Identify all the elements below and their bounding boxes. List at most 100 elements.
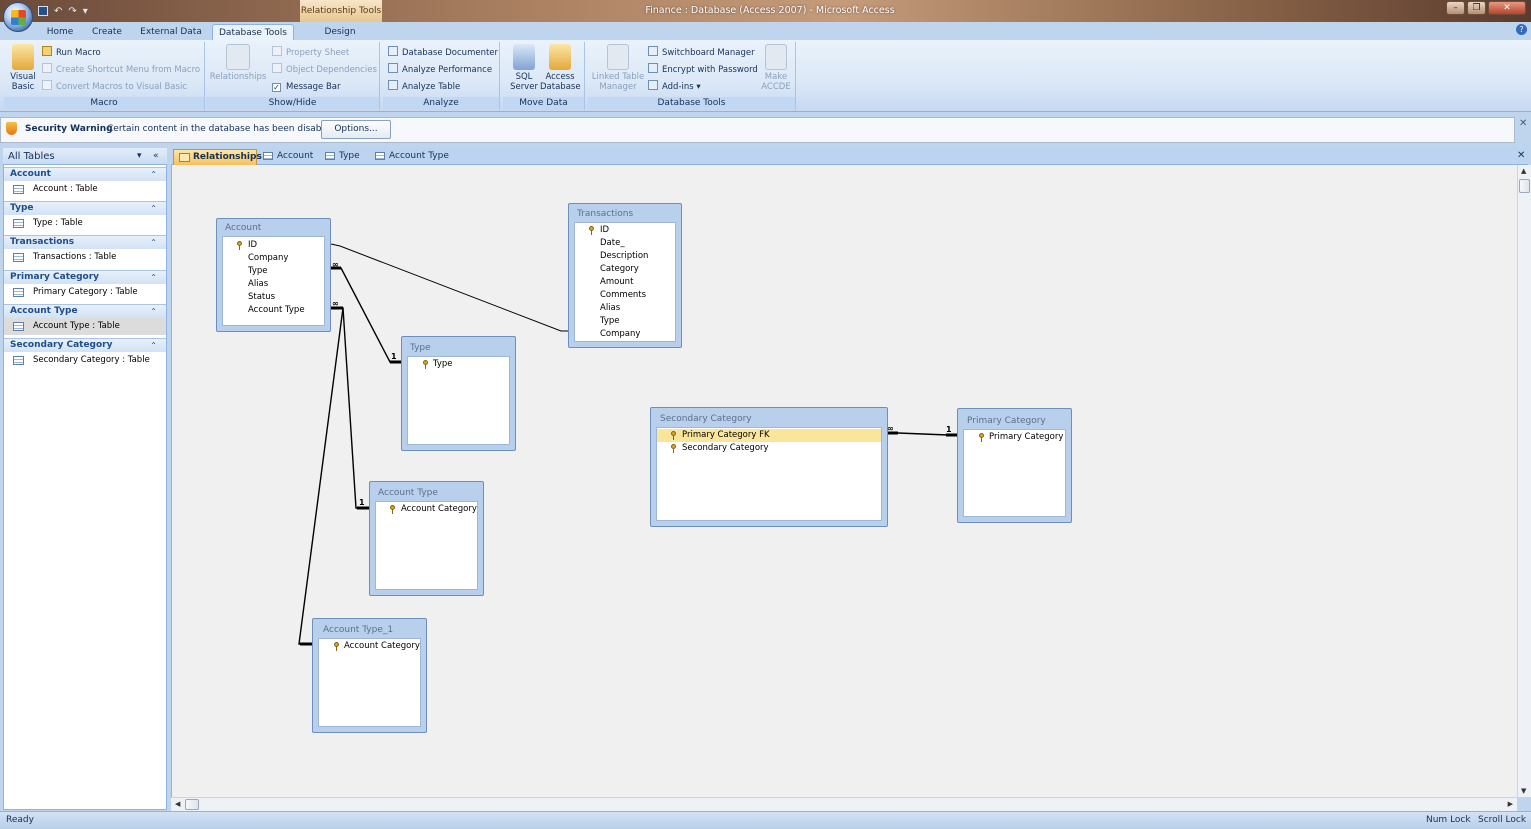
field-row[interactable]: Status (223, 291, 324, 304)
make-accde-button[interactable]: Make ACCDE (758, 44, 794, 92)
nav-item-account[interactable]: Account : Table (4, 181, 166, 198)
nav-group-type[interactable]: Type ⌃ (4, 201, 166, 215)
nav-group-account-type[interactable]: Account Type ⌃ (4, 304, 166, 318)
field-row[interactable]: Category (575, 263, 675, 276)
relationships-button[interactable]: Relationships (207, 44, 269, 82)
navigation-pane-header[interactable]: All Tables ▾ « (3, 148, 167, 165)
table-box-account-type[interactable]: Account Type Account Category (369, 481, 484, 596)
property-sheet-button[interactable]: Property Sheet (272, 46, 349, 60)
tab-create[interactable]: Create (88, 24, 126, 41)
run-macro-button[interactable]: Run Macro (42, 46, 101, 60)
message-bar-checkbox[interactable]: ✓ Message Bar (272, 80, 341, 94)
horizontal-scroll-thumb[interactable] (185, 799, 199, 810)
sql-server-icon (513, 44, 535, 70)
visual-basic-button[interactable]: Visual Basic (6, 44, 40, 92)
scroll-right-icon[interactable]: ▶ (1508, 800, 1513, 808)
table-icon (13, 356, 24, 365)
field-row[interactable]: Company (223, 252, 324, 265)
doc-tab-account-type[interactable]: Account Type (370, 149, 454, 165)
close-document-icon[interactable]: ✕ (1517, 150, 1525, 161)
customize-toolbar-icon[interactable]: ▾ (83, 6, 88, 17)
nav-item-transactions[interactable]: Transactions : Table (4, 249, 166, 266)
table-icon (263, 152, 273, 160)
field-row[interactable]: Type (408, 358, 509, 371)
linked-table-manager-button[interactable]: Linked Table Manager (590, 44, 646, 92)
undo-icon[interactable]: ↶ (54, 6, 62, 17)
key-icon (334, 642, 339, 651)
redo-icon[interactable]: ↷ (68, 6, 76, 17)
help-icon[interactable]: ? (1516, 24, 1527, 35)
field-row[interactable]: Comments (575, 289, 675, 302)
add-ins-button[interactable]: Add-ins ▾ (648, 80, 701, 94)
sql-server-button[interactable]: SQL Server (508, 44, 540, 92)
doc-tab-type[interactable]: Type (320, 149, 368, 165)
nav-item-primary-category[interactable]: Primary Category : Table (4, 284, 166, 301)
field-row[interactable]: ID (575, 224, 675, 237)
nav-group-transactions[interactable]: Transactions ⌃ (4, 235, 166, 249)
nav-group-account[interactable]: Account ⌃ (4, 167, 166, 181)
field-row-selected[interactable]: Primary Category FK (657, 429, 881, 442)
field-row[interactable]: Description (575, 250, 675, 263)
scroll-down-icon[interactable]: ▼ (1521, 787, 1526, 795)
table-box-primary-category[interactable]: Primary Category Primary Category (957, 408, 1072, 523)
nav-item-label: Type : Table (33, 218, 83, 228)
vertical-scroll-thumb[interactable] (1519, 179, 1530, 193)
scroll-up-icon[interactable]: ▲ (1521, 167, 1526, 175)
minimize-icon[interactable]: – (1446, 1, 1465, 15)
tab-database-tools[interactable]: Database Tools (212, 24, 294, 41)
table-box-type[interactable]: Type Type (401, 336, 516, 451)
add-ins-icon (648, 80, 658, 90)
doc-tab-relationships[interactable]: Relationships (173, 149, 262, 165)
close-icon[interactable]: ✕ (1519, 118, 1527, 129)
field-row[interactable]: Account Type (223, 304, 324, 317)
field-row[interactable]: Alias (575, 302, 675, 315)
options-button[interactable]: Options... (321, 120, 391, 139)
field-row[interactable]: ID (223, 239, 324, 252)
field-row[interactable]: Account Category (319, 640, 420, 653)
field-row[interactable]: Type (223, 265, 324, 278)
tab-home[interactable]: Home (42, 24, 78, 41)
save-icon[interactable] (38, 6, 48, 16)
field-row[interactable]: Primary Category (964, 431, 1065, 444)
restore-icon[interactable]: ❐ (1467, 1, 1486, 15)
make-accde-label: Make ACCDE (761, 72, 791, 92)
nav-group-primary-category[interactable]: Primary Category ⌃ (4, 270, 166, 284)
convert-macros-button[interactable]: Convert Macros to Visual Basic (42, 80, 187, 94)
nav-group-secondary-category[interactable]: Secondary Category ⌃ (4, 338, 166, 352)
nav-item-secondary-category[interactable]: Secondary Category : Table (4, 352, 166, 369)
close-window-icon[interactable]: ✕ (1488, 1, 1526, 15)
tab-external-data[interactable]: External Data (138, 24, 204, 41)
nav-item-account-type[interactable]: Account Type : Table (4, 318, 166, 335)
shutter-bar-collapse-icon[interactable]: « (153, 148, 159, 165)
analyze-performance-button[interactable]: Analyze Performance (388, 63, 492, 77)
table-box-account[interactable]: Account ID Company Type Alias Status Acc… (216, 218, 331, 332)
shortcut-menu-icon (42, 63, 52, 73)
create-shortcut-menu-button[interactable]: Create Shortcut Menu from Macro (42, 63, 200, 77)
field-row[interactable]: Account Category (376, 503, 477, 516)
database-documenter-button[interactable]: Database Documenter (388, 46, 498, 60)
analyze-table-button[interactable]: Analyze Table (388, 80, 460, 94)
field-row[interactable]: Company (575, 328, 675, 341)
field-row[interactable]: Secondary Category (657, 442, 881, 455)
object-dependencies-button[interactable]: Object Dependencies (272, 63, 377, 77)
nav-item-type[interactable]: Type : Table (4, 215, 166, 232)
table-box-transactions[interactable]: Transactions ID Date_ Description Catego… (568, 203, 682, 348)
vertical-scrollbar[interactable]: ▲ ▼ (1517, 165, 1531, 797)
table-box-account-type-1[interactable]: Account Type_1 Account Category (312, 618, 427, 733)
doc-tab-account[interactable]: Account (258, 149, 318, 165)
field-row[interactable]: Date_ (575, 237, 675, 250)
scroll-left-icon[interactable]: ◀ (175, 800, 180, 808)
horizontal-scrollbar[interactable]: ◀ ▶ (171, 797, 1517, 811)
field-row[interactable]: Type (575, 315, 675, 328)
group-macro: Visual Basic Run Macro Create Shortcut M… (4, 42, 205, 110)
nav-menu-chevron-icon[interactable]: ▾ (137, 148, 142, 165)
access-database-button[interactable]: Access Database (540, 44, 581, 92)
office-button[interactable] (3, 2, 33, 32)
field-name: Amount (600, 277, 634, 287)
field-row[interactable]: Alias (223, 278, 324, 291)
field-row[interactable]: Amount (575, 276, 675, 289)
encrypt-password-button[interactable]: Encrypt with Password (648, 63, 758, 77)
table-box-secondary-category[interactable]: Secondary Category Primary Category FK S… (650, 407, 888, 527)
switchboard-manager-button[interactable]: Switchboard Manager (648, 46, 755, 60)
tab-design[interactable]: Design (316, 24, 364, 41)
